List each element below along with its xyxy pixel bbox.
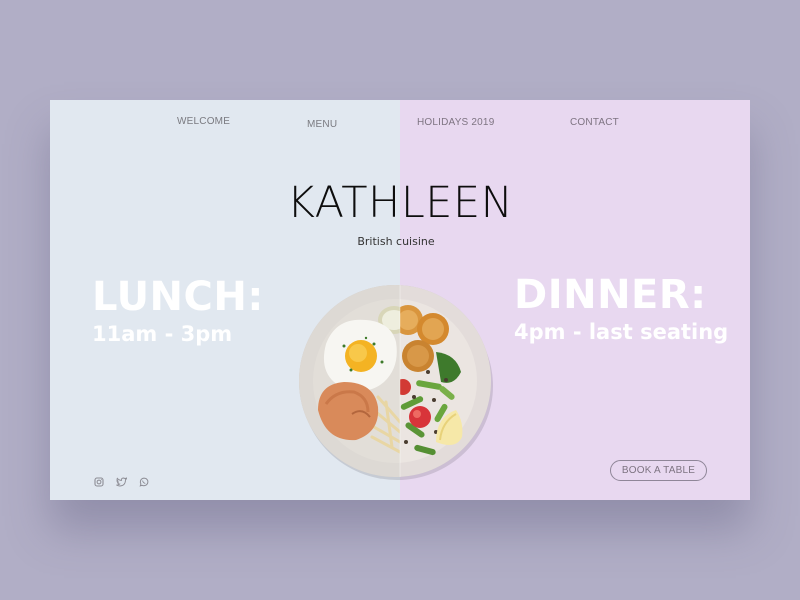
plate-illustration bbox=[299, 285, 493, 480]
book-a-table-button[interactable]: BOOK A TABLE bbox=[610, 460, 707, 481]
brand-tagline: British cuisine bbox=[357, 235, 435, 248]
dinner-heading: DINNER: bbox=[514, 272, 707, 318]
twitter-icon[interactable] bbox=[116, 472, 128, 487]
nav-contact[interactable]: CONTACT bbox=[570, 117, 619, 128]
whatsapp-icon[interactable] bbox=[139, 472, 149, 487]
instagram-icon[interactable] bbox=[94, 472, 104, 487]
dinner-hours: 4pm - last seating bbox=[514, 320, 729, 344]
brand-title: KATHLEEN bbox=[286, 178, 514, 228]
tomato bbox=[409, 406, 431, 428]
lunch-heading: LUNCH: bbox=[92, 274, 264, 320]
nav-menu[interactable]: MENU bbox=[307, 119, 337, 130]
nav-welcome[interactable]: WELCOME bbox=[177, 116, 230, 127]
hero-card: WELCOME MENU HOLIDAYS 2019 CONTACT KATHL… bbox=[50, 100, 750, 500]
nav-holidays-2019[interactable]: HOLIDAYS 2019 bbox=[417, 117, 494, 128]
food-plate-image bbox=[296, 282, 494, 480]
lunch-hours: 11am - 3pm bbox=[92, 322, 233, 346]
